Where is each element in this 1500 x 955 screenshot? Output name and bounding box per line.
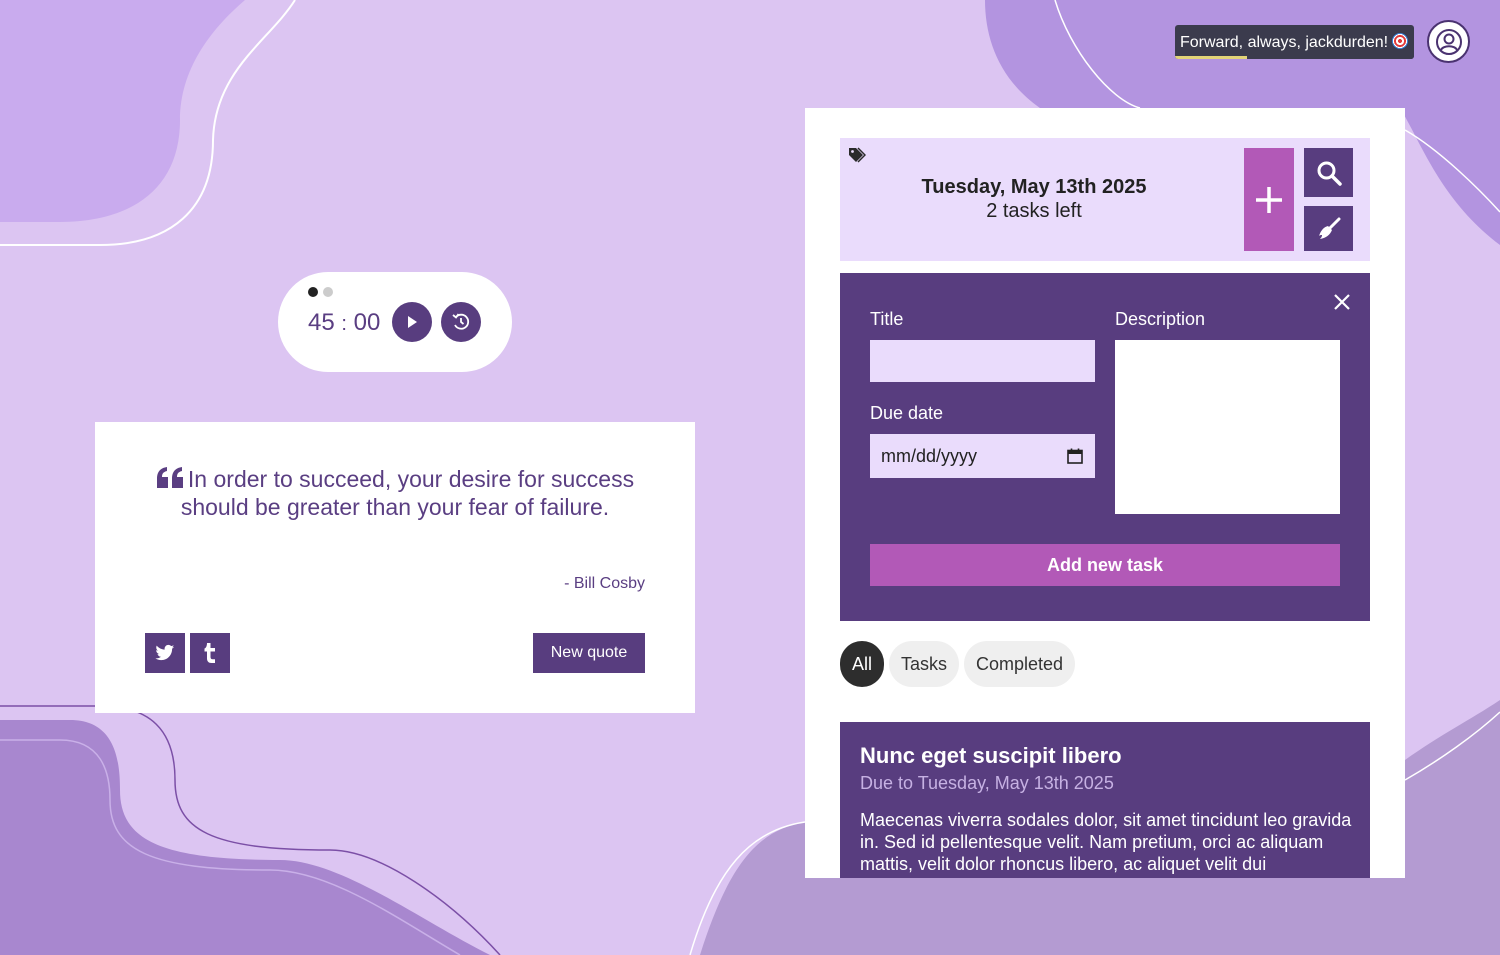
timer-pager xyxy=(308,287,333,297)
timer-play-button[interactable] xyxy=(392,302,432,342)
timer-minutes: 45 xyxy=(308,309,335,336)
task-filters: All Tasks Completed xyxy=(840,641,1076,687)
filter-completed[interactable]: Completed xyxy=(964,641,1076,687)
new-quote-button[interactable]: New quote xyxy=(533,633,645,673)
pager-dot[interactable] xyxy=(323,287,333,297)
broom-icon xyxy=(1318,217,1340,239)
task-card[interactable]: Nunc eget suscipit libero Due to Tuesday… xyxy=(840,722,1370,878)
greeting-progress-track xyxy=(1175,56,1415,59)
add-task-form: Title Due date mm/dd/yyyy Description Ad… xyxy=(840,273,1370,621)
greeting-badge: Forward, always, jackdurden! xyxy=(1175,25,1415,59)
toggle-add-task-button[interactable] xyxy=(1244,148,1294,251)
filter-tasks[interactable]: Tasks xyxy=(889,641,960,687)
twitter-icon xyxy=(155,644,175,661)
timer-seconds: 00 xyxy=(353,309,381,336)
due-date-input[interactable]: mm/dd/yyyy xyxy=(870,434,1095,478)
description-label: Description xyxy=(1115,309,1206,329)
quote-block: In order to succeed, your desire for suc… xyxy=(145,465,645,521)
user-icon xyxy=(1435,28,1462,55)
todo-header: Tuesday, May 13th 2025 2 tasks left xyxy=(840,138,1370,261)
task-description-textarea[interactable] xyxy=(1115,340,1340,514)
due-date-label: Due date xyxy=(870,403,944,423)
task-description: Maecenas viverra sodales dolor, sit amet… xyxy=(860,810,1352,874)
pomodoro-timer: 45 : 00 xyxy=(278,272,512,372)
calendar-icon[interactable] xyxy=(1067,448,1083,464)
due-date-placeholder: mm/dd/yyyy xyxy=(881,445,978,466)
search-icon xyxy=(1317,161,1342,186)
quote-author: - Bill Cosby xyxy=(564,575,645,592)
timer-reset-button[interactable] xyxy=(441,302,481,342)
quote-text: In order to succeed, your desire for suc… xyxy=(180,466,635,520)
tumblr-icon xyxy=(204,643,215,663)
share-tumblr-button[interactable] xyxy=(190,633,230,673)
task-title: Nunc eget suscipit libero xyxy=(860,743,1122,768)
add-new-task-button[interactable]: Add new task xyxy=(870,544,1340,586)
tasks-left-count: 2 tasks left xyxy=(986,200,1082,222)
share-twitter-button[interactable] xyxy=(145,633,185,673)
quote-card: In order to succeed, your desire for suc… xyxy=(95,422,695,713)
close-icon[interactable] xyxy=(1332,292,1352,312)
timer-display: 45 : 00 xyxy=(308,309,380,337)
greeting-text: Forward, always, jackdurden! xyxy=(1180,34,1389,51)
filter-all[interactable]: All xyxy=(840,641,884,687)
current-date: Tuesday, May 13th 2025 xyxy=(921,176,1147,198)
todo-panel: Tuesday, May 13th 2025 2 tasks left Titl… xyxy=(805,108,1405,878)
greeting-progress-fill xyxy=(1175,56,1247,59)
timer-separator: : xyxy=(341,313,347,335)
plus-icon xyxy=(1256,186,1282,213)
clear-completed-button[interactable] xyxy=(1304,206,1353,251)
user-avatar-button[interactable] xyxy=(1427,20,1470,63)
reset-timer-icon xyxy=(452,313,470,330)
task-due-date: Due to Tuesday, May 13th 2025 xyxy=(860,773,1114,793)
task-title-input[interactable] xyxy=(870,340,1095,382)
tags-icon xyxy=(849,147,866,163)
search-button[interactable] xyxy=(1304,148,1353,197)
pager-dot-active[interactable] xyxy=(308,287,318,297)
play-icon xyxy=(408,316,417,328)
quote-icon xyxy=(156,467,183,488)
title-label: Title xyxy=(870,309,904,329)
target-icon xyxy=(1392,33,1409,49)
